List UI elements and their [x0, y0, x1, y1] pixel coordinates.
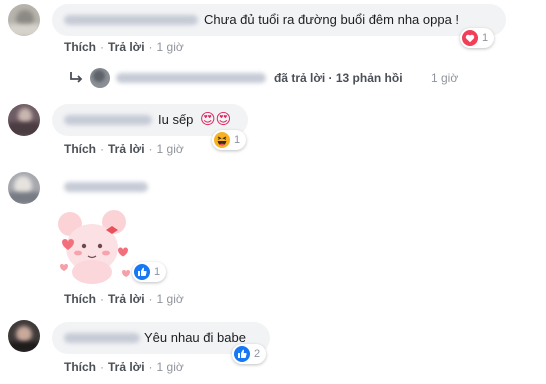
- reply-link[interactable]: Trả lời: [108, 360, 145, 374]
- replier-name: [116, 73, 266, 83]
- reaction-summary[interactable]: 1: [212, 130, 247, 150]
- reply-link[interactable]: Trả lời: [108, 142, 145, 156]
- comment-text: Yêu nhau đi babe: [144, 330, 246, 345]
- replier-avatar: [90, 68, 110, 88]
- like-link[interactable]: Thích: [64, 40, 96, 54]
- comment-time[interactable]: 1 giờ: [157, 142, 184, 156]
- like-icon: [134, 264, 150, 280]
- commenter-avatar[interactable]: [8, 320, 40, 352]
- commenter-avatar[interactable]: [8, 172, 40, 204]
- reaction-count: 1: [154, 266, 161, 278]
- commenter-name[interactable]: [64, 115, 152, 125]
- comment-actions: Thích · Trả lời · 1 giờ: [64, 360, 184, 374]
- reply-arrow-icon: [70, 72, 83, 83]
- comment-time[interactable]: 1 giờ: [157, 360, 184, 374]
- like-link[interactable]: Thích: [64, 142, 96, 156]
- comment-text: Chưa đủ tuổi ra đường buổi đêm nha oppa …: [204, 12, 460, 27]
- heart-icon: [462, 30, 478, 46]
- reaction-summary[interactable]: 2: [232, 344, 267, 364]
- comment-actions: Thích · Trả lời · 1 giờ: [64, 142, 184, 156]
- like-link[interactable]: Thích: [64, 292, 96, 306]
- comment-actions: Thích · Trả lời · 1 giờ: [64, 40, 184, 54]
- like-icon: [234, 346, 250, 362]
- heart-eyes-emoji: 😍😍: [200, 110, 232, 128]
- like-link[interactable]: Thích: [64, 360, 96, 374]
- comment-bubble: Chưa đủ tuổi ra đường buổi đêm nha oppa …: [52, 4, 506, 36]
- reaction-count: 1: [482, 32, 489, 44]
- commenter-avatar[interactable]: [8, 4, 40, 36]
- reaction-count: 2: [254, 348, 261, 360]
- commenter-avatar[interactable]: [8, 104, 40, 136]
- reply-link[interactable]: Trả lời: [108, 292, 145, 306]
- haha-icon: [214, 132, 230, 148]
- pink-bunny-sticker: [58, 210, 130, 284]
- reaction-summary[interactable]: 1: [132, 262, 167, 282]
- commenter-name[interactable]: [64, 182, 148, 192]
- reaction-count: 1: [234, 134, 241, 146]
- reply-link[interactable]: Trả lời: [108, 40, 145, 54]
- commenter-name[interactable]: [64, 15, 198, 25]
- comment-time[interactable]: 1 giờ: [157, 292, 184, 306]
- comment-time[interactable]: 1 giờ: [157, 40, 184, 54]
- comment-text: Iu sếp: [158, 112, 194, 127]
- reaction-summary[interactable]: 1: [460, 28, 495, 48]
- replies-time: 1 giờ: [431, 71, 459, 85]
- comment-actions: Thích · Trả lời · 1 giờ: [64, 292, 184, 306]
- replies-summary[interactable]: đã trả lời · 13 phản hồi: [274, 68, 403, 88]
- commenter-name[interactable]: [64, 333, 140, 343]
